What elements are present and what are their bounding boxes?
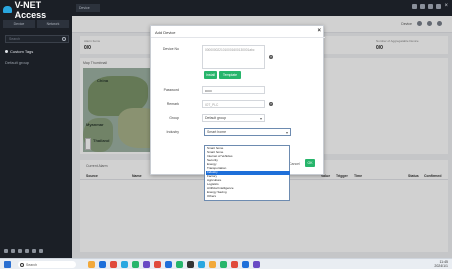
group-select[interactable]: Default group ▾ (202, 114, 265, 122)
taskbar-app-icon[interactable] (110, 261, 117, 268)
filter-icon[interactable] (39, 249, 43, 253)
taskbar-app-icon[interactable] (187, 261, 194, 268)
cancel-button[interactable]: Cancel (289, 162, 300, 166)
dialog-header: Add Device × (151, 26, 325, 38)
device-no-placeholder: 0000000221010001600130001abc (205, 48, 255, 52)
expand-icon[interactable] (25, 249, 29, 253)
collapse-icon[interactable] (32, 249, 36, 253)
sidebar: V-NET Access Device Network Search Custo… (0, 0, 72, 258)
taskbar-app-icon[interactable] (242, 261, 249, 268)
taskbar-app-icon[interactable] (154, 261, 161, 268)
taskbar-app-icon[interactable] (209, 261, 216, 268)
clock-date: 2024/1/1 (434, 264, 448, 268)
chevron-down-icon: ▾ (259, 116, 262, 121)
sidebar-tabs: Device Network (3, 20, 69, 28)
install-button[interactable]: Install (204, 71, 217, 79)
sidebar-tab-device[interactable]: Device (3, 20, 35, 28)
remark-placeholder: IOT_PLC (205, 103, 219, 107)
dropdown-option[interactable]: Others (206, 194, 290, 199)
taskbar-search-input[interactable]: Search (18, 261, 76, 268)
close-icon[interactable]: × (317, 28, 321, 34)
industry-dropdown-list: Smart home Smart home Internet of Vehicl… (204, 145, 290, 201)
taskbar-app-icon[interactable] (165, 261, 172, 268)
refresh-icon[interactable] (18, 249, 22, 253)
group-value: Default group (205, 116, 227, 120)
header-tools: × (412, 3, 448, 9)
sidebar-footer-tools (4, 249, 43, 253)
taskbar-app-icon[interactable] (88, 261, 95, 268)
taskbar-app-icon[interactable] (253, 261, 260, 268)
password-value: •••••• (205, 89, 212, 93)
password-field[interactable]: •••••• (202, 86, 265, 94)
user-icon[interactable] (428, 3, 434, 9)
tag-icon (5, 49, 8, 53)
industry-label: Industry (166, 130, 179, 134)
app-title: V-NET Access (14, 0, 47, 20)
password-label: Password (163, 88, 179, 92)
monitor-icon[interactable] (412, 3, 418, 9)
search-icon[interactable] (62, 37, 66, 41)
app-window: V-NET Access Device Network Search Custo… (0, 0, 452, 269)
ok-button[interactable]: OK (305, 159, 315, 167)
template-button[interactable]: Template (219, 71, 241, 79)
list-icon[interactable] (11, 249, 15, 253)
group-label: Group (169, 116, 179, 120)
chevron-down-icon: ▾ (285, 130, 288, 135)
taskbar-app-icon[interactable] (143, 261, 150, 268)
help-icon[interactable]: ? (269, 102, 273, 106)
taskbar-app-icon[interactable] (176, 261, 183, 268)
sidebar-search-placeholder: Search (9, 37, 21, 41)
industry-value: Smart home (207, 130, 227, 134)
help-icon[interactable]: ? (269, 55, 273, 59)
taskbar-app-icon[interactable] (99, 261, 106, 268)
sidebar-search-input[interactable]: Search (5, 35, 69, 43)
taskbar-search-label: Search (26, 262, 38, 267)
windows-start-icon[interactable] (4, 261, 11, 268)
settings-icon[interactable] (4, 249, 8, 253)
device-no-label: Device No (162, 47, 179, 51)
bell-icon[interactable] (420, 3, 426, 9)
system-tray: 11:45 2024/1/1 (434, 260, 448, 268)
taskbar-apps (88, 261, 260, 268)
os-taskbar: Search 11:45 2024/1/1 (0, 258, 452, 269)
sidebar-item-label: Default group (5, 59, 30, 65)
remark-field[interactable]: IOT_PLC (202, 100, 265, 108)
taskbar-app-icon[interactable] (198, 261, 205, 268)
taskbar-app-icon[interactable] (132, 261, 139, 268)
sidebar-tab-network[interactable]: Network (37, 20, 69, 28)
sidebar-item-custom-tags[interactable]: Custom Tags (5, 48, 33, 54)
search-icon (20, 262, 24, 267)
industry-select[interactable]: Smart home ▾ (204, 128, 291, 136)
tab-device[interactable]: Device (76, 4, 100, 12)
dialog-title: Add Device (155, 30, 176, 35)
taskbar-app-icon[interactable] (121, 261, 128, 268)
sidebar-item-default-group[interactable]: Default group (5, 59, 29, 65)
sidebar-item-label: Custom Tags (10, 48, 34, 54)
minimize-icon[interactable] (436, 3, 442, 9)
top-header: Device × (72, 0, 452, 16)
remark-label: Remark (166, 102, 179, 106)
taskbar-app-icon[interactable] (231, 261, 238, 268)
device-no-field[interactable]: 0000000221010001600130001abc (202, 45, 265, 69)
close-icon[interactable]: × (444, 3, 448, 9)
brand: V-NET Access (3, 0, 72, 20)
cloud-logo-icon (3, 6, 12, 13)
taskbar-app-icon[interactable] (220, 261, 227, 268)
